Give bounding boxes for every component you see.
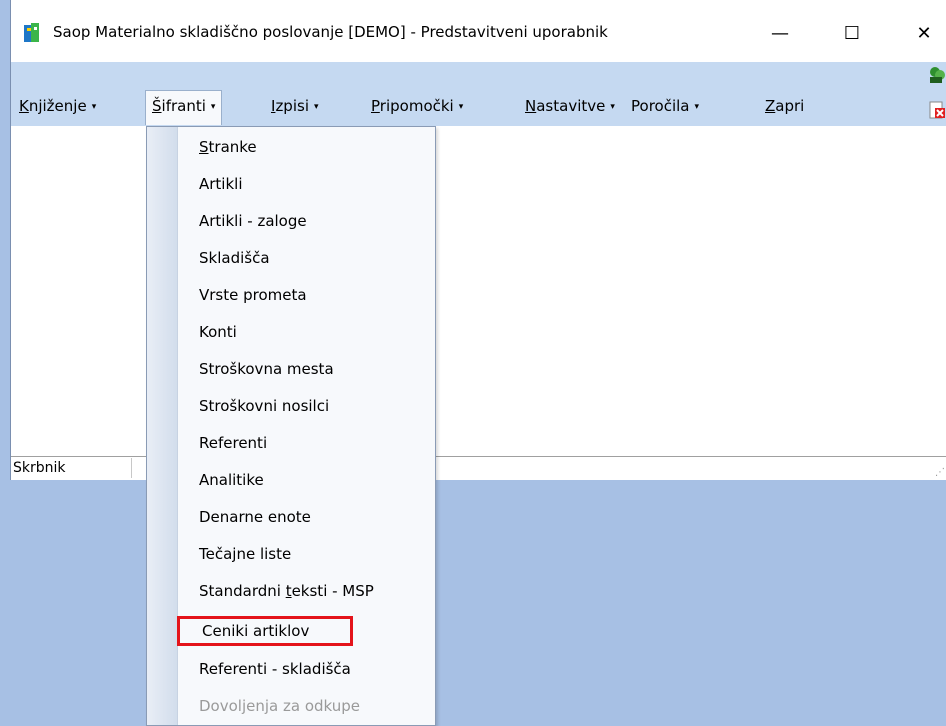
menu-item-stranke[interactable]: Stranke (183, 132, 433, 162)
minimize-button[interactable]: — (757, 14, 803, 52)
chevron-down-icon: ▾ (313, 102, 319, 112)
menu-pripomocki[interactable]: Pripomočki ▾ (367, 95, 467, 117)
app-icon (24, 23, 39, 42)
chevron-down-icon: ▾ (610, 102, 615, 112)
resize-grip-icon[interactable]: ⋰ (935, 468, 945, 478)
users-icon[interactable] (927, 66, 946, 84)
menu-nastavitve[interactable]: Nastavitve ▾ (521, 95, 619, 117)
window-title: Saop Materialno skladiščno poslovanje [D… (53, 23, 608, 41)
menu-gutter (147, 127, 178, 725)
status-user: Skrbnik (13, 460, 66, 476)
menu-knjizenje[interactable]: Knjiženje ▾ (15, 95, 100, 117)
maximize-button[interactable]: ☐ (829, 14, 875, 52)
menu-item-artikli-zaloge[interactable]: Artikli - zaloge (183, 206, 433, 236)
menu-item-vrste-prometa[interactable]: Vrste prometa (183, 280, 433, 310)
close-button[interactable]: ✕ (901, 14, 946, 52)
exit-icon[interactable] (927, 100, 946, 120)
menu-item-referenti[interactable]: Referenti (183, 428, 433, 458)
menu-item-skladisca[interactable]: Skladišča (183, 243, 433, 273)
menu-item-ceniki-artiklov[interactable]: Ceniki artiklov (177, 616, 353, 646)
menu-item-denarne-enote[interactable]: Denarne enote (183, 502, 433, 532)
menu-porocila[interactable]: Poročila ▾ (627, 95, 703, 117)
menu-bar: Knjiženje ▾ Šifranti ▾ Izpisi ▾ Pripomočki ▾… (11, 62, 946, 126)
menu-item-referenti-skladisca[interactable]: Referenti - skladišča (183, 654, 433, 684)
menu-item-konti[interactable]: Konti (183, 317, 433, 347)
menu-item-tecajne-liste[interactable]: Tečajne liste (183, 539, 433, 569)
menu-item-standardni-teksti[interactable]: Standardni teksti - MSP (183, 576, 433, 606)
chevron-down-icon: ▾ (210, 102, 216, 112)
chevron-down-icon: ▾ (694, 102, 700, 112)
menu-item-artikli[interactable]: Artikli (183, 169, 433, 199)
menu-zapri[interactable]: Zapri (761, 95, 808, 117)
status-divider (131, 458, 132, 478)
menu-item-analitike[interactable]: Analitike (183, 465, 433, 495)
chevron-down-icon: ▾ (91, 102, 97, 112)
chevron-down-icon: ▾ (458, 102, 464, 112)
menu-sifranti[interactable]: Šifranti ▾ (145, 90, 223, 125)
menu-item-dovoljenja-za-odkupe: Dovoljenja za odkupe (199, 697, 360, 715)
sifranti-dropdown-menu: Stranke Artikli Artikli - zaloge Skladiš… (146, 126, 436, 726)
menu-item-stroskovna-mesta[interactable]: Stroškovna mesta (183, 354, 433, 384)
title-bar: Saop Materialno skladiščno poslovanje [D… (11, 0, 946, 62)
menu-izpisi[interactable]: Izpisi ▾ (267, 95, 323, 117)
menu-item-stroskovni-nosilci[interactable]: Stroškovni nosilci (183, 391, 433, 421)
